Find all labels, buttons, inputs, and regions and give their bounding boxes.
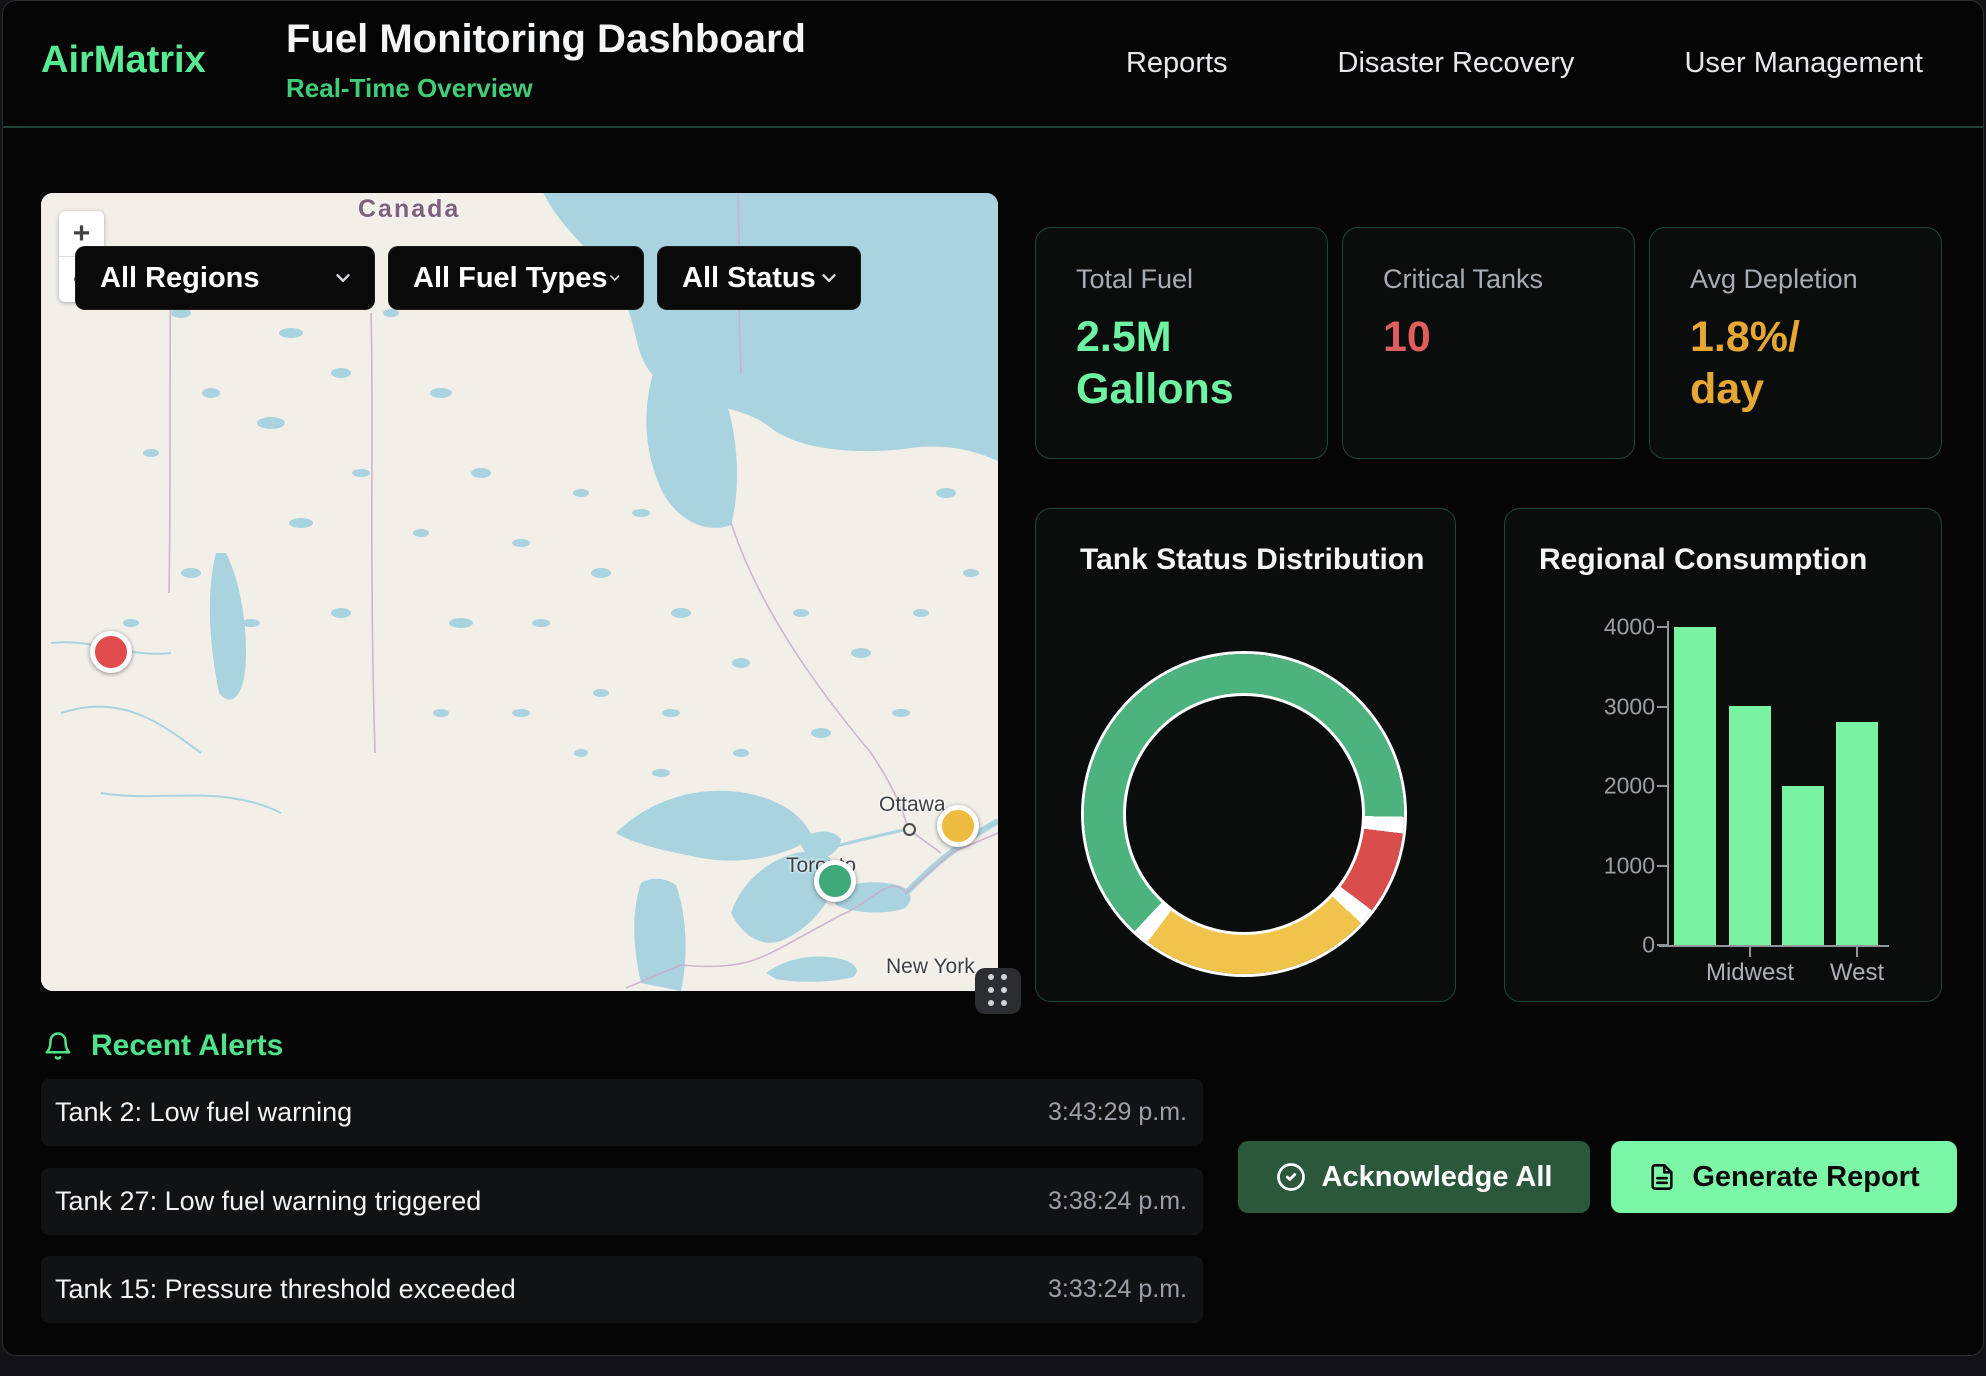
map-panel: Canada Ottawa Toronto New York + − All R… (41, 193, 998, 991)
acknowledge-all-button[interactable]: Acknowledge All (1238, 1141, 1590, 1213)
map-marker-warning[interactable] (937, 805, 979, 847)
x-axis-tick (1856, 947, 1858, 957)
regional-consumption-card: Regional Consumption 4000 3000 2000 1000 0 Mi… (1504, 508, 1942, 1002)
map-label-new-york: New York (886, 955, 975, 979)
y-axis-line (1667, 621, 1669, 947)
fuel-monitoring-dashboard: AirMatrix Fuel Monitoring Dashboard Real… (0, 0, 1986, 1376)
generate-report-button[interactable]: Generate Report (1611, 1141, 1957, 1213)
alert-message: Tank 27: Low fuel warning triggered (55, 1186, 481, 1217)
nav-item-reports[interactable]: Reports (1126, 47, 1228, 80)
stat-label: Avg Depletion (1690, 264, 1905, 295)
recent-alerts-header: Recent Alerts (43, 1029, 283, 1063)
map-marker-normal[interactable] (814, 860, 856, 902)
stat-value-line: 10 (1383, 311, 1598, 363)
chevron-down-icon (607, 267, 623, 289)
bell-icon (43, 1031, 73, 1061)
donut-hole (1126, 696, 1362, 932)
x-axis-category-label: Midwest (1706, 959, 1794, 987)
map-canvas[interactable]: Canada Ottawa Toronto New York + − All R… (41, 193, 998, 991)
app-window: AirMatrix Fuel Monitoring Dashboard Real… (2, 0, 1984, 1356)
map-marker-critical[interactable] (90, 631, 132, 673)
filter-dropdown-label: All Fuel Types (413, 262, 607, 295)
stat-value-line: 2.5M (1076, 311, 1291, 363)
y-axis-tick-label: 3000 (1555, 693, 1655, 720)
alert-timestamp: 3:38:24 p.m. (1048, 1187, 1187, 1216)
check-circle-icon (1276, 1162, 1306, 1192)
stat-label: Total Fuel (1076, 264, 1291, 295)
recent-alerts-title: Recent Alerts (91, 1029, 283, 1063)
consumption-bar (1674, 627, 1716, 945)
stat-card: Total Fuel 2.5MGallons (1035, 227, 1328, 459)
alert-row[interactable]: Tank 2: Low fuel warning 3:43:29 p.m. (41, 1079, 1203, 1146)
nav-item-disaster-recovery[interactable]: Disaster Recovery (1338, 47, 1575, 80)
alert-timestamp: 3:33:24 p.m. (1048, 1275, 1187, 1304)
stat-value: 10 (1383, 311, 1598, 363)
chevron-down-icon (818, 267, 840, 289)
filter-dropdown-label: All Status (682, 262, 816, 295)
alert-message: Tank 15: Pressure threshold exceeded (55, 1274, 516, 1305)
tank-status-title: Tank Status Distribution (1080, 543, 1424, 577)
alert-message: Tank 2: Low fuel warning (55, 1097, 352, 1128)
stat-value-line: 1.8%/ (1690, 311, 1905, 363)
stat-card: Avg Depletion 1.8%/day (1649, 227, 1942, 459)
alert-row[interactable]: Tank 15: Pressure threshold exceeded 3:3… (41, 1256, 1203, 1323)
tank-status-donut-chart (1084, 654, 1404, 974)
map-filters: All Regions All Fuel Types All Status (75, 246, 861, 310)
stat-value: 1.8%/day (1690, 311, 1905, 416)
filter-dropdown[interactable]: All Fuel Types (388, 246, 644, 310)
consumption-bar (1729, 706, 1771, 945)
header: AirMatrix Fuel Monitoring Dashboard Real… (3, 1, 1983, 128)
filter-dropdown[interactable]: All Status (657, 246, 861, 310)
y-axis-tick-label: 2000 (1555, 773, 1655, 800)
filter-dropdown[interactable]: All Regions (75, 246, 375, 310)
y-axis-tick-label: 1000 (1555, 852, 1655, 879)
y-axis-tick (1657, 865, 1668, 867)
ottawa-city-dot (903, 823, 916, 836)
filter-dropdown-label: All Regions (100, 262, 260, 295)
y-axis-tick (1657, 626, 1668, 628)
acknowledge-all-label: Acknowledge All (1322, 1161, 1553, 1194)
tank-status-card: Tank Status Distribution (1035, 508, 1456, 1002)
top-nav: Reports Disaster Recovery User Management (1126, 1, 1923, 126)
document-icon (1648, 1163, 1676, 1191)
y-axis-tick-label: 4000 (1555, 614, 1655, 641)
page-subtitle: Real-Time Overview (286, 73, 533, 104)
stat-label: Critical Tanks (1383, 264, 1598, 295)
generate-report-label: Generate Report (1692, 1161, 1919, 1194)
y-axis-tick (1657, 785, 1668, 787)
brand-logo: AirMatrix (41, 39, 206, 82)
y-axis-tick (1657, 944, 1668, 946)
x-axis-line (1659, 945, 1889, 947)
chevron-down-icon (332, 267, 354, 289)
nav-item-user-management[interactable]: User Management (1684, 47, 1923, 80)
map-label-ottawa: Ottawa (879, 793, 946, 817)
x-axis-tick (1749, 947, 1751, 957)
consumption-bar (1836, 722, 1878, 945)
map-resize-grip-icon[interactable] (975, 968, 1021, 1014)
stat-value-line: Gallons (1076, 363, 1291, 415)
regional-consumption-title: Regional Consumption (1539, 543, 1867, 577)
alert-timestamp: 3:43:29 p.m. (1048, 1098, 1187, 1127)
y-axis-tick (1657, 706, 1668, 708)
y-axis-tick-label: 0 (1555, 932, 1655, 959)
stat-card: Critical Tanks 10 (1342, 227, 1635, 459)
consumption-bar (1782, 786, 1824, 945)
alert-row[interactable]: Tank 27: Low fuel warning triggered 3:38… (41, 1168, 1203, 1235)
map-label-canada: Canada (358, 195, 460, 224)
stat-value: 2.5MGallons (1076, 311, 1291, 416)
page-title: Fuel Monitoring Dashboard (286, 17, 806, 62)
stat-value-line: day (1690, 363, 1905, 415)
x-axis-category-label: West (1830, 959, 1884, 987)
